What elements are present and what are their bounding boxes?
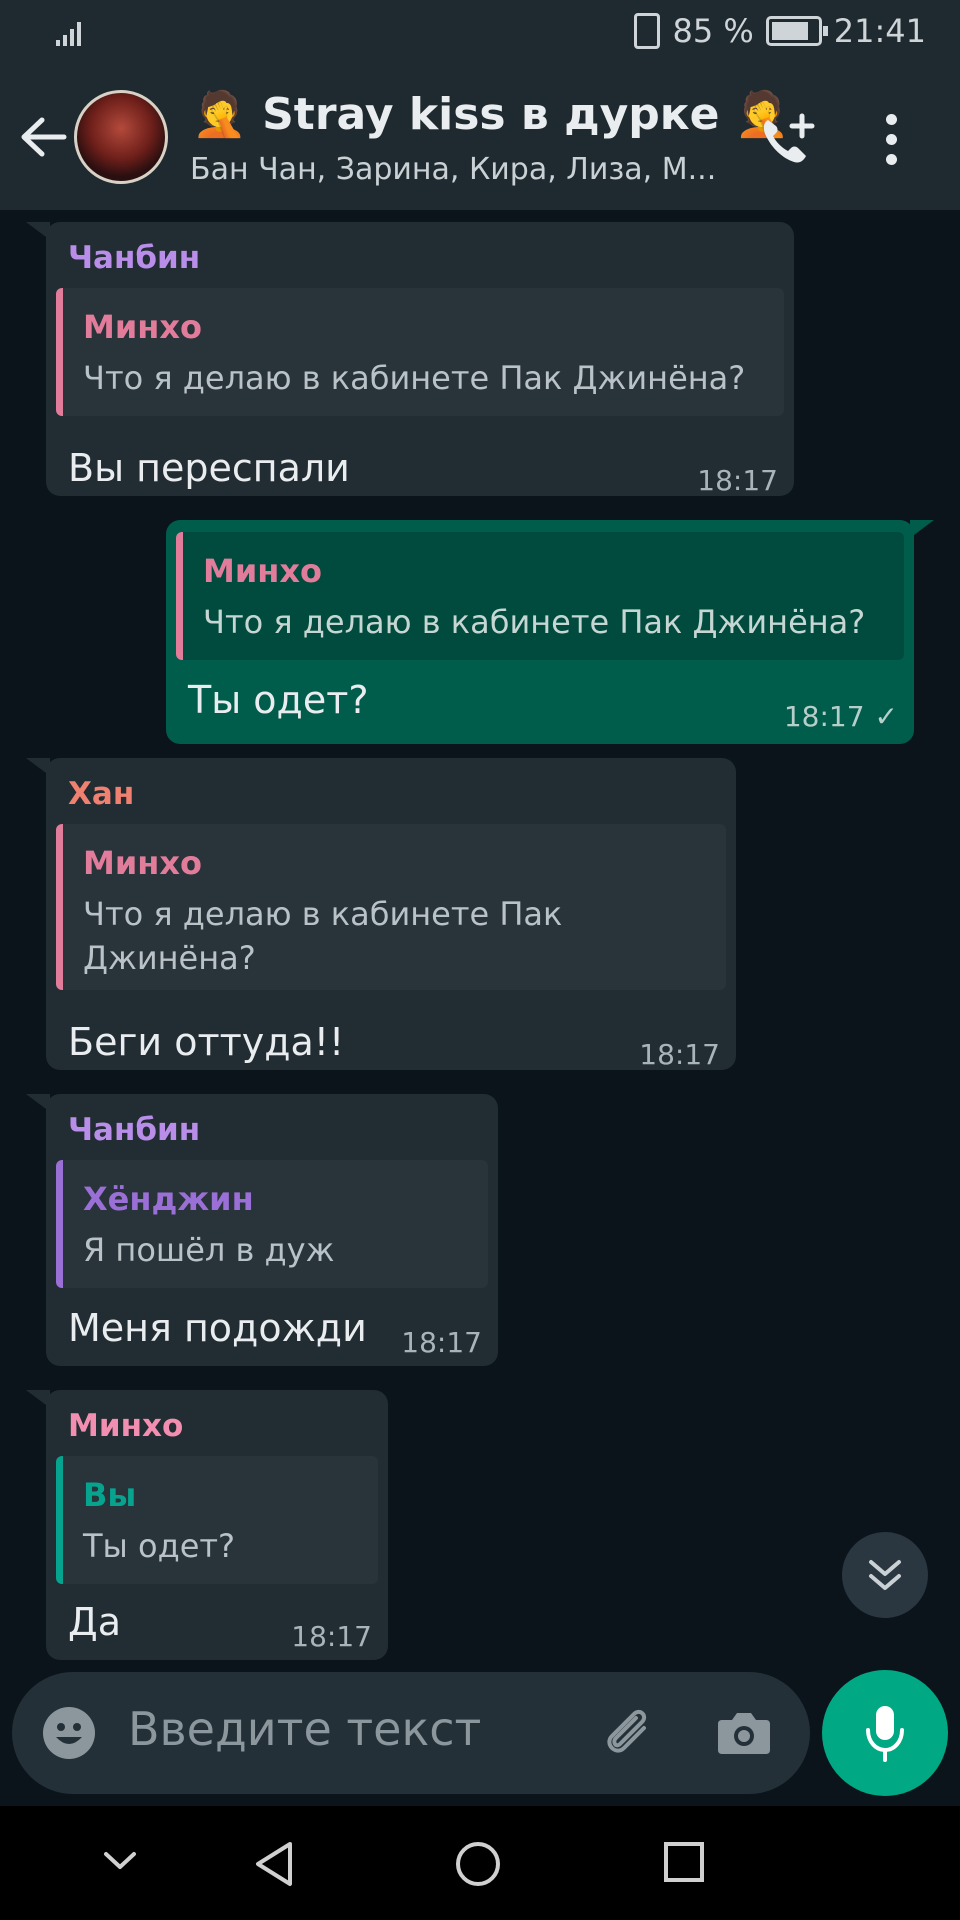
- scroll-down-icon: [869, 1560, 901, 1590]
- add-call-icon[interactable]: [758, 112, 818, 166]
- voice-message-button[interactable]: [822, 1670, 948, 1796]
- quote-text: Что я делаю в кабинете Пак Джинёна?: [203, 603, 866, 641]
- sender-name: Минхо: [68, 1408, 184, 1444]
- quote-text: Я пошёл в дуж: [83, 1231, 335, 1269]
- message-list: Чанбин Минхо Что я делаю в кабинете Пак …: [0, 210, 960, 1670]
- clock: 21:41: [833, 12, 926, 50]
- battery-percent: 85 %: [672, 12, 754, 50]
- status-bar: 85 % 21:41: [0, 0, 960, 64]
- sender-name: Чанбин: [68, 240, 201, 276]
- message-text: Да: [68, 1600, 121, 1644]
- reply-quote[interactable]: Минхо Что я делаю в кабинете Пак Джинёна…: [56, 288, 784, 416]
- message-text: Беги оттуда!!: [68, 1020, 345, 1064]
- quote-text-line-1: Что я делаю в кабинете Пак: [83, 895, 563, 933]
- nav-down-icon[interactable]: [100, 1840, 140, 1880]
- message-time: 18:17: [291, 1620, 372, 1653]
- quote-text-line-2: Джинёна?: [83, 939, 256, 977]
- quote-author: Минхо: [83, 844, 202, 882]
- nav-back-icon[interactable]: [252, 1840, 296, 1888]
- chat-header: 🤦 Stray kiss в дурке 🤦 Бан Чан, Зарина, …: [0, 64, 960, 210]
- reply-quote[interactable]: Вы Ты одет?: [56, 1456, 378, 1584]
- nav-home-icon[interactable]: [454, 1840, 502, 1888]
- sender-name: Хан: [68, 776, 135, 812]
- signal-icon: [56, 22, 81, 46]
- back-arrow-icon[interactable]: [18, 114, 68, 160]
- nav-recent-icon[interactable]: [662, 1840, 706, 1884]
- message-text: Ты одет?: [188, 678, 369, 722]
- message-text: Меня подожди: [68, 1306, 367, 1350]
- scroll-to-bottom-button[interactable]: [842, 1532, 928, 1618]
- vibrate-icon: [634, 13, 661, 49]
- chat-members[interactable]: Бан Чан, Зарина, Кира, Лиза, М...: [190, 152, 716, 187]
- quote-text: Что я делаю в кабинете Пак Джинёна?: [83, 359, 746, 397]
- attach-icon[interactable]: [598, 1702, 658, 1762]
- sender-name: Чанбин: [68, 1112, 201, 1148]
- sent-check-icon: ✓: [874, 700, 898, 733]
- message-bubble-outgoing[interactable]: Минхо Что я делаю в кабинете Пак Джинёна…: [166, 520, 934, 744]
- message-input[interactable]: Введите текст: [128, 1702, 481, 1756]
- battery-icon: [765, 16, 828, 46]
- mic-icon: [866, 1706, 904, 1762]
- message-time: 18:17: [697, 464, 778, 497]
- emoji-icon[interactable]: [42, 1706, 96, 1760]
- message-text: Вы переспали: [68, 446, 350, 490]
- chat-title[interactable]: 🤦 Stray kiss в дурке 🤦: [192, 88, 790, 140]
- quote-text: Ты одет?: [83, 1527, 235, 1565]
- message-time-label: 18:17: [783, 700, 865, 733]
- message-time: 18:17: [401, 1326, 482, 1359]
- quote-author: Хёнджин: [83, 1180, 254, 1218]
- more-vert-icon[interactable]: [884, 114, 898, 166]
- message-time: 18:17: [639, 1038, 720, 1071]
- group-avatar[interactable]: [74, 90, 168, 184]
- quote-author: Вы: [83, 1476, 137, 1514]
- reply-quote[interactable]: Минхо Что я делаю в кабинете Пак Джинёна…: [176, 532, 904, 660]
- message-time: 18:17 ✓: [784, 700, 898, 733]
- system-navigation-bar: [0, 1806, 960, 1920]
- message-composer: Введите текст: [12, 1672, 810, 1794]
- message-bubble[interactable]: Хан Минхо Что я делаю в кабинете Пак Джи…: [26, 758, 736, 1071]
- reply-quote[interactable]: Хёнджин Я пошёл в дуж: [56, 1160, 488, 1288]
- quote-author: Минхо: [203, 552, 322, 590]
- message-bubble[interactable]: Минхо Вы Ты одет? Да 18:17: [26, 1390, 388, 1660]
- message-bubble[interactable]: Чанбин Минхо Что я делаю в кабинете Пак …: [26, 222, 794, 497]
- camera-icon[interactable]: [716, 1708, 772, 1756]
- message-bubble[interactable]: Чанбин Хёнджин Я пошёл в дуж Меня подожд…: [26, 1094, 498, 1366]
- quote-author: Минхо: [83, 308, 202, 346]
- reply-quote[interactable]: Минхо Что я делаю в кабинете Пак Джинёна…: [56, 824, 726, 990]
